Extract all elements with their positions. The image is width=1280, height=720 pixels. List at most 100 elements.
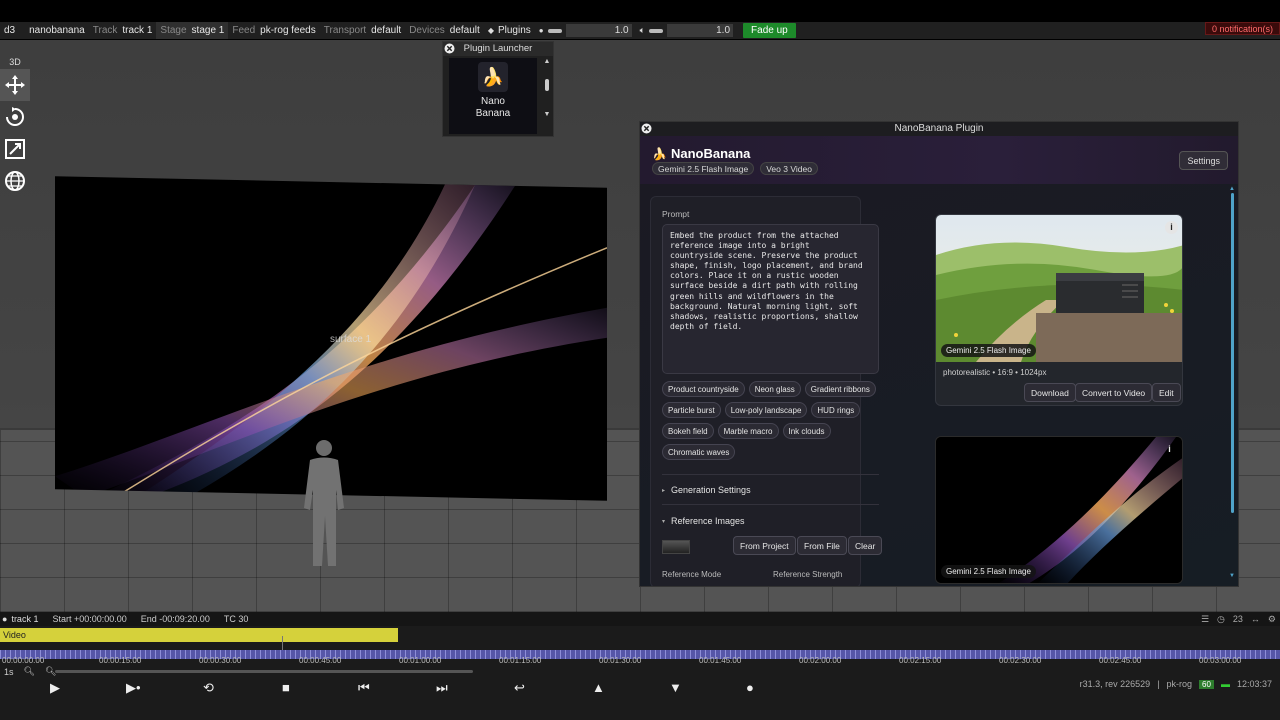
rotate-tool-button[interactable]: [0, 101, 30, 133]
feed-menu[interactable]: Feed pk-rog feeds: [228, 22, 319, 39]
ruler-label: 00:01:15.00: [499, 656, 542, 665]
from-project-button[interactable]: From Project: [733, 536, 796, 555]
info-icon[interactable]: i: [1165, 221, 1178, 234]
clock-icon[interactable]: ◷: [1217, 614, 1225, 625]
volume-bar: [649, 28, 664, 33]
volume-slider[interactable]: 🔈︎ 1.0: [639, 24, 734, 37]
preset-chip[interactable]: HUD rings: [811, 402, 861, 418]
brightness-slider[interactable]: ● 1.0: [539, 24, 632, 37]
scroll-thumb[interactable]: [545, 79, 549, 91]
track-selector[interactable]: ● track 1: [2, 614, 38, 624]
preset-chip[interactable]: Low-poly landscape: [724, 402, 808, 418]
ruler-label: 00:02:30.00: [999, 656, 1042, 665]
devices-menu[interactable]: Devices default: [405, 22, 484, 39]
convert-to-video-button[interactable]: Convert to Video: [1075, 383, 1153, 402]
plugins-menu[interactable]: ◆ Plugins: [484, 22, 535, 39]
ribbon-result-image[interactable]: [936, 437, 1183, 584]
fit-icon[interactable]: ↔: [1251, 614, 1260, 625]
timeline-zoom-slider[interactable]: [55, 670, 473, 673]
generation-settings-section[interactable]: ▸ Generation Settings: [662, 485, 751, 495]
build-revision: r31.3, rev 226529: [1079, 679, 1151, 689]
preset-chip[interactable]: Marble macro: [717, 423, 779, 439]
stage-menu[interactable]: Stage stage 1: [156, 22, 229, 39]
app-name[interactable]: d3: [0, 22, 19, 39]
reference-mode-label: Reference Mode: [662, 570, 722, 579]
separator: |: [1157, 679, 1160, 689]
timeline-ruler[interactable]: 00:00:00.00 00:00:15.00 00:00:30.00 00:0…: [0, 647, 1280, 665]
surface-label: surface 1: [330, 334, 372, 345]
zoom-out-icon[interactable]: 🔍︎: [24, 666, 35, 677]
track-menu[interactable]: Track track 1: [89, 22, 157, 39]
preset-chip[interactable]: Particle burst: [662, 402, 721, 418]
preset-chip[interactable]: Chromatic waves: [662, 444, 736, 460]
nanobanana-plugin-window: NanoBanana Plugin 🍌 NanoBanana Gemini 2.5…: [639, 121, 1239, 587]
sync-icon: ▬: [1220, 679, 1230, 689]
project-name[interactable]: nanobanana: [25, 22, 89, 39]
close-icon[interactable]: [444, 43, 455, 54]
scroll-thumb[interactable]: [1230, 193, 1234, 513]
next-icon[interactable]: ⏭︎: [436, 680, 448, 696]
brightness-bar: [547, 28, 562, 33]
preset-chip[interactable]: Product countryside: [662, 381, 745, 397]
scroll-down-icon: ▼: [1229, 573, 1235, 579]
notifications-badge[interactable]: 0 notification(s): [1204, 22, 1280, 35]
preset-chip[interactable]: Gradient ribbons: [804, 381, 876, 397]
zoom-level: 1s: [4, 666, 14, 677]
triangle-up-icon[interactable]: ▲: [592, 680, 605, 695]
ruler-label: 00:00:30.00: [199, 656, 242, 665]
volume-value[interactable]: 1.0: [667, 24, 734, 37]
tile-label-line2: Banana: [475, 108, 511, 119]
ruler-label: 00:00:45.00: [299, 656, 342, 665]
reference-image-thumbnail[interactable]: [662, 540, 690, 554]
previous-icon[interactable]: ⏮︎: [358, 680, 370, 696]
loop-icon[interactable]: ⟲: [203, 680, 214, 696]
model-badge: Gemini 2.5 Flash Image: [941, 344, 1036, 357]
globe-tool-button[interactable]: [0, 165, 30, 197]
reference-images-section[interactable]: ▾ Reference Images: [662, 516, 745, 526]
download-button[interactable]: Download: [1024, 383, 1076, 402]
gear-icon[interactable]: ⚙: [1268, 614, 1276, 625]
zoom-controls: 1s 🔍︎ 🔍︎: [4, 666, 56, 677]
clear-button[interactable]: Clear: [848, 536, 883, 555]
ruler-label: 00:02:45.00: [1099, 656, 1142, 665]
stop-icon[interactable]: ■: [282, 680, 290, 695]
edit-button[interactable]: Edit: [1152, 383, 1181, 402]
fade-up-button[interactable]: Fade up: [743, 23, 796, 38]
scale-tool-button[interactable]: [0, 133, 30, 165]
record-icon[interactable]: ●: [746, 680, 754, 695]
close-icon[interactable]: [641, 123, 652, 134]
track-end: End -00:09:20.00: [140, 614, 210, 624]
from-file-button[interactable]: From File: [797, 536, 847, 555]
preset-chip[interactable]: Ink clouds: [782, 423, 831, 439]
plugin-launcher-title: Plugin Launcher: [443, 42, 553, 56]
nanobanana-launcher-tile[interactable]: 🍌 Nano Banana: [449, 58, 537, 134]
scroll-up-icon: ▲: [1229, 186, 1235, 192]
transport-menu[interactable]: Transport default: [320, 22, 405, 39]
triangle-down-icon[interactable]: ▼: [669, 680, 682, 695]
generated-image[interactable]: i Gemini 2.5 Flash Image: [936, 215, 1182, 362]
play-to-end-icon[interactable]: ▶•: [126, 680, 141, 696]
list-icon[interactable]: ☰: [1201, 614, 1209, 625]
ruler-label: 00:01:45.00: [699, 656, 742, 665]
info-icon[interactable]: i: [1163, 443, 1176, 456]
launcher-scrollbar[interactable]: ▲ ▼: [543, 58, 551, 134]
tile-label-line1: Nano: [481, 96, 505, 107]
brightness-value[interactable]: 1.0: [565, 24, 632, 37]
globe-icon: [5, 171, 25, 191]
plugin-launcher-window: Plugin Launcher 🍌 Nano Banana ▲ ▼: [442, 41, 554, 137]
move-tool-button[interactable]: [0, 69, 30, 101]
model-badge: Gemini 2.5 Flash Image: [941, 565, 1036, 578]
prompt-textarea[interactable]: Embed the product from the attached refe…: [662, 224, 879, 374]
settings-button[interactable]: Settings: [1179, 151, 1228, 170]
video-layer-bar[interactable]: Video: [0, 628, 398, 642]
host-name: pk-rog: [1166, 679, 1193, 689]
preset-chip[interactable]: Bokeh field: [662, 423, 714, 439]
speaker-icon: 🔈︎: [639, 25, 646, 35]
head-count: 23: [1232, 614, 1243, 624]
return-icon[interactable]: ↩: [514, 680, 525, 696]
result-card: i Gemini 2.5 Flash Image photorealistic …: [935, 214, 1183, 406]
play-icon[interactable]: ▶: [50, 680, 60, 696]
ruler-label: 00:00:00.00: [2, 656, 45, 665]
preset-chip[interactable]: Neon glass: [748, 381, 801, 397]
plugin-scrollbar[interactable]: ▲ ▼: [1229, 186, 1235, 586]
